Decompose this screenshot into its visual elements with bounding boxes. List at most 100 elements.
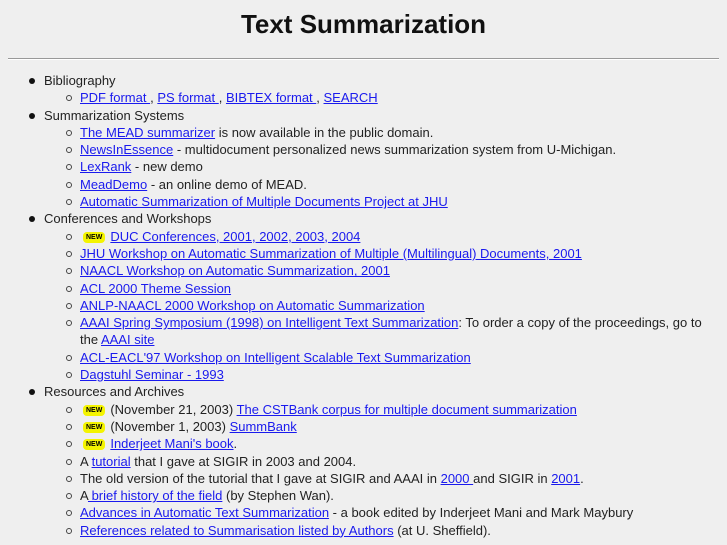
section-conferences-and-workshops: Conferences and Workshops NEW DUC Conferen… <box>29 210 727 383</box>
circle-bullet-icon <box>66 268 72 275</box>
circle-bullet-icon <box>66 199 72 206</box>
link[interactable]: Inderjeet Mani's book <box>110 436 233 451</box>
circle-bullet-icon <box>66 527 72 534</box>
list-item: JHU Workshop on Automatic Summarization … <box>66 245 727 262</box>
list-item: A brief history of the field (by Stephen… <box>66 487 727 504</box>
link[interactable]: ACL 2000 Theme Session <box>80 281 231 296</box>
list-item: NEW Inderjeet Mani's book. <box>66 435 727 452</box>
sub-list: The MEAD summarizer is now available in … <box>44 124 727 210</box>
list-item: LexRank - new demo <box>66 158 727 175</box>
sub-list: NEW (November 21, 2003) The CSTBank corpu… <box>44 401 727 539</box>
list-item: The old version of the tutorial that I g… <box>66 470 727 487</box>
item-text: The old version of the tutorial that I g… <box>80 470 441 486</box>
item-text: (by Stephen Wan). <box>222 488 334 504</box>
circle-bullet-icon <box>66 147 72 154</box>
link[interactable]: DUC Conferences, 2001, 2002, 2003, 2004 <box>110 229 360 244</box>
list-item: References related to Summarisation list… <box>66 522 727 539</box>
item-text: (at U. Sheffield). <box>393 522 491 538</box>
list-item: NEW DUC Conferences, 2001, 2002, 2003, 20… <box>66 228 727 245</box>
section-heading: Conferences and Workshops <box>44 211 212 227</box>
list-item: PDF format , PS format , BIBTEX format ,… <box>66 89 727 106</box>
link[interactable]: SummBank <box>230 419 297 434</box>
circle-bullet-icon <box>66 458 72 465</box>
section-resources-and-archives: Resources and Archives NEW (November 21, 2… <box>29 383 727 539</box>
list-item: The MEAD summarizer is now available in … <box>66 124 727 141</box>
link[interactable]: References related to Summarisation list… <box>80 523 394 538</box>
list-item: NEW (November 21, 2003) The CSTBank corpu… <box>66 401 727 418</box>
bullet-icon <box>29 389 35 396</box>
bullet-icon <box>29 112 35 119</box>
item-text: and SIGIR in <box>473 470 552 486</box>
item-text: (November 21, 2003) <box>110 401 237 417</box>
item-text: , <box>316 90 324 106</box>
item-text: A <box>80 453 92 469</box>
page-title: Text Summarization <box>240 9 487 39</box>
link[interactable]: brief history of the field <box>88 488 223 503</box>
link[interactable]: MeadDemo <box>80 177 147 192</box>
list-item: ACL-EACL'97 Workshop on Intelligent Scal… <box>66 349 727 366</box>
new-badge-icon: NEW <box>84 422 105 432</box>
list-item: Automatic Summarization of Multiple Docu… <box>66 193 727 210</box>
item-text: that I gave at SIGIR in 2003 and 2004. <box>130 453 357 469</box>
link[interactable]: SEARCH <box>324 90 378 105</box>
new-badge-icon: NEW <box>84 440 105 450</box>
link[interactable]: NewsInEssence <box>80 142 173 157</box>
section-list: Bibliography PDF format , PS format , BIB… <box>0 72 727 539</box>
item-text: , <box>218 90 226 106</box>
list-item: MeadDemo - an online demo of MEAD. <box>66 176 727 193</box>
item-text: A <box>80 488 88 504</box>
circle-bullet-icon <box>66 129 72 136</box>
item-text: (November 1, 2003) <box>110 418 230 434</box>
list-item: AAAI Spring Symposium (1998) on Intellig… <box>66 314 727 349</box>
list-item: ACL 2000 Theme Session <box>66 280 727 297</box>
section-summarization-systems: Summarization Systems The MEAD summarizer… <box>29 107 727 211</box>
link[interactable]: AAAI Spring Symposium (1998) on Intellig… <box>80 315 458 330</box>
link[interactable]: tutorial <box>92 454 131 469</box>
link[interactable]: Advances in Automatic Text Summarization <box>80 505 329 520</box>
list-item: ANLP-NAACL 2000 Workshop on Automatic Su… <box>66 297 727 314</box>
circle-bullet-icon <box>66 95 72 102</box>
link[interactable]: Automatic Summarization of Multiple Docu… <box>80 194 448 209</box>
new-badge-icon: NEW <box>84 232 105 242</box>
new-badge-icon: NEW <box>84 405 105 415</box>
link[interactable]: 2001 <box>551 471 580 486</box>
link[interactable]: ACL-EACL'97 Workshop on Intelligent Scal… <box>80 350 471 365</box>
circle-bullet-icon <box>66 250 72 257</box>
link[interactable]: ANLP-NAACL 2000 Workshop on Automatic Su… <box>80 298 425 313</box>
link[interactable]: PDF format <box>80 90 150 105</box>
circle-bullet-icon <box>66 354 72 361</box>
divider <box>8 58 719 60</box>
link[interactable]: JHU Workshop on Automatic Summarization … <box>80 246 582 261</box>
item-text: . <box>233 436 238 452</box>
section-heading: Bibliography <box>44 73 116 88</box>
circle-bullet-icon <box>66 320 72 327</box>
circle-bullet-icon <box>66 475 72 482</box>
link[interactable]: 2000 <box>441 471 474 486</box>
item-text: . <box>580 470 584 486</box>
link[interactable]: The MEAD summarizer <box>80 125 215 140</box>
circle-bullet-icon <box>66 285 72 292</box>
link[interactable]: NAACL Workshop on Automatic Summarizatio… <box>80 263 390 278</box>
circle-bullet-icon <box>66 233 72 240</box>
circle-bullet-icon <box>66 164 72 171</box>
list-item: NewsInEssence - multidocument personaliz… <box>66 141 727 158</box>
link[interactable]: BIBTEX format <box>226 90 316 105</box>
link[interactable]: AAAI site <box>101 332 154 347</box>
item-text: - multidocument personalized news summar… <box>173 142 617 158</box>
item-text: - an online demo of MEAD. <box>147 176 307 192</box>
circle-bullet-icon <box>66 423 72 430</box>
list-item: A tutorial that I gave at SIGIR in 2003 … <box>66 453 727 470</box>
item-text: - a book edited by Inderjeet Mani and Ma… <box>329 505 634 521</box>
item-text: - new demo <box>131 159 203 175</box>
circle-bullet-icon <box>66 441 72 448</box>
list-item: NAACL Workshop on Automatic Summarizatio… <box>66 262 727 279</box>
circle-bullet-icon <box>66 181 72 188</box>
link[interactable]: Dagstuhl Seminar - 1993 <box>80 367 224 382</box>
link[interactable]: PS format <box>157 90 218 105</box>
link[interactable]: LexRank <box>80 159 131 174</box>
item-text: is now available in the public domain. <box>215 124 434 140</box>
link[interactable]: The CSTBank corpus for multiple document… <box>237 402 577 417</box>
sub-list: PDF format , PS format , BIBTEX format ,… <box>44 89 727 106</box>
circle-bullet-icon <box>66 302 72 309</box>
bullet-icon <box>29 78 35 84</box>
